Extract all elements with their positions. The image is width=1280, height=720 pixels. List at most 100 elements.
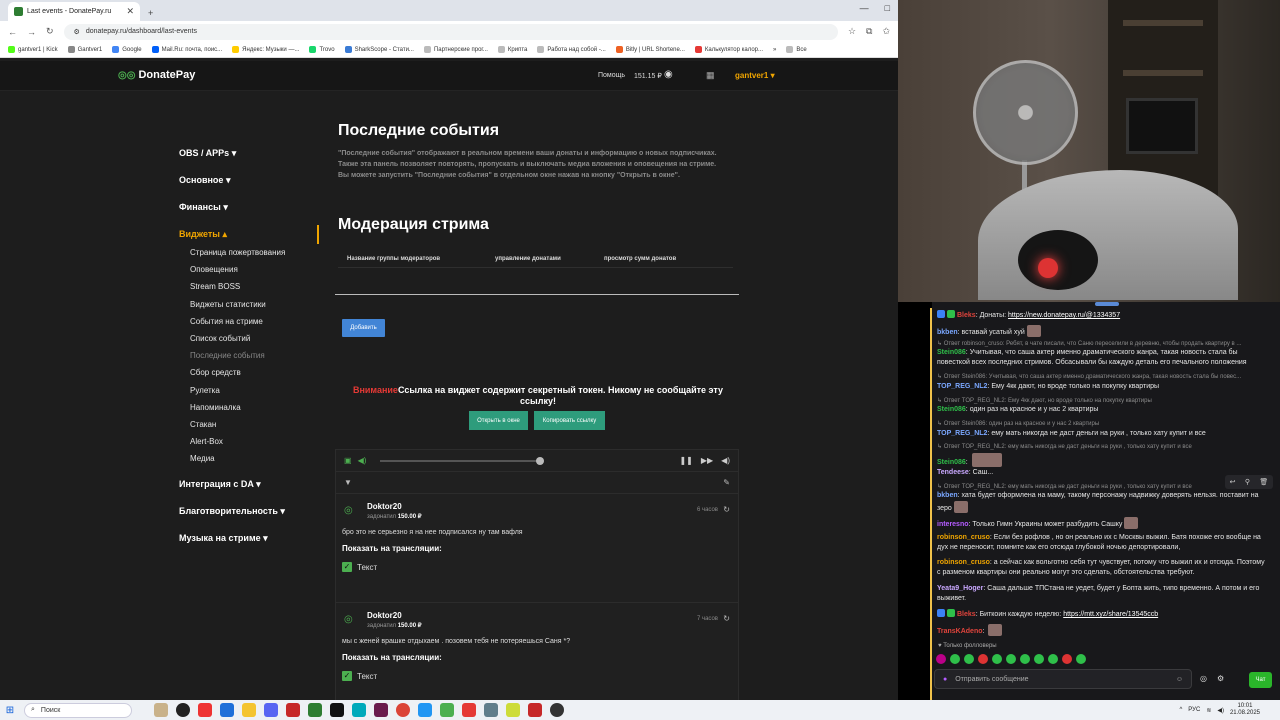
outlook-icon[interactable] (220, 703, 234, 717)
apps-grid-icon[interactable]: ▦ (706, 70, 715, 81)
reply-preview[interactable]: ↳ Ответ TOP_REG_NL2: ему мать никогда не… (937, 443, 1267, 453)
eye-icon[interactable]: ◉ (664, 69, 673, 80)
emote-icon[interactable] (1006, 654, 1016, 664)
chat-send-button[interactable]: Чат (1249, 672, 1272, 688)
maximize-icon[interactable]: □ (885, 3, 890, 13)
reply-icon[interactable]: ↩ (1230, 478, 1236, 486)
text-checkbox[interactable]: ✓ Текст (342, 671, 377, 681)
app-icon[interactable] (418, 703, 432, 717)
sidebar-item-integration[interactable]: Интеграция с DA ▾ (179, 475, 319, 502)
slider-handle[interactable] (536, 456, 545, 465)
language-indicator[interactable]: РУС (1188, 707, 1200, 713)
settings-icon[interactable]: ✎ (723, 478, 730, 487)
new-tab-icon[interactable]: + (148, 8, 153, 18)
app-icon[interactable] (198, 703, 212, 717)
app-icon[interactable] (308, 703, 322, 717)
explorer-icon[interactable] (242, 703, 256, 717)
sidebar-subitem[interactable]: Напоминалка (179, 399, 319, 416)
sidebar-subitem[interactable]: Виджеты статистики (179, 296, 319, 313)
star-icon[interactable]: ☆ (848, 26, 856, 37)
emote-icon[interactable] (1062, 654, 1072, 664)
bookmark-item[interactable]: Работа над собой -... (537, 46, 606, 53)
bookmark-item[interactable]: Mail.Ru: почта, поис... (151, 46, 222, 53)
emote-icon[interactable] (1034, 654, 1044, 664)
app-icon[interactable] (506, 703, 520, 717)
minimize-icon[interactable]: — (860, 3, 869, 13)
obs-icon[interactable] (176, 703, 190, 717)
skip-icon[interactable]: ▶▶ (701, 456, 713, 465)
sidebar-subitem[interactable]: Stream BOSS (179, 278, 319, 295)
sidebar-item-finance[interactable]: Финансы ▾ (179, 198, 319, 225)
sidebar-subitem[interactable]: Медиа (179, 450, 319, 467)
filter-icon[interactable]: ▼ (344, 478, 352, 487)
app-icon[interactable] (374, 703, 388, 717)
text-checkbox[interactable]: ✓ Текст (342, 562, 377, 572)
delete-icon[interactable]: 🗑 (1259, 478, 1268, 486)
site-info-icon[interactable]: ⚙ (74, 28, 80, 36)
chat-link[interactable]: https://mtt.xyz/share/13545ccb (1063, 611, 1158, 618)
sound-icon[interactable]: ◀) (721, 456, 730, 465)
mic-icon[interactable]: ● (943, 676, 947, 683)
windows-start-icon[interactable]: ⊞ (0, 705, 20, 716)
add-button[interactable]: Добавить (342, 319, 385, 337)
all-bookmarks[interactable]: Все (786, 46, 807, 53)
repeat-icon[interactable]: ↻ (723, 505, 730, 514)
app-icon[interactable] (264, 703, 278, 717)
bookmark-item[interactable]: Google (112, 46, 142, 53)
chat-link[interactable]: https://new.donatepay.ru/@1334357 (1008, 312, 1120, 319)
sidebar-item-main[interactable]: Основное ▾ (179, 171, 319, 198)
gear-icon[interactable]: ⚙ (1217, 674, 1224, 683)
pin-icon[interactable]: ⚲ (1245, 478, 1250, 486)
help-link[interactable]: Помощь (598, 72, 625, 79)
yandex-icon[interactable] (462, 703, 476, 717)
emoji-icon[interactable]: ☺ (1176, 676, 1183, 683)
emote-icon[interactable] (1048, 654, 1058, 664)
sidebar-subitem[interactable]: Alert-Box (179, 433, 319, 450)
bookmark-item[interactable]: Gantver1 (67, 46, 102, 53)
bookmark-item[interactable]: gantver1 | Kick (8, 46, 58, 53)
user-menu[interactable]: gantver1 ▾ (735, 71, 775, 80)
sidebar-subitem[interactable]: Оповещения (179, 261, 319, 278)
copy-link-button[interactable]: Копировать ссылку (534, 411, 605, 430)
emote-icon[interactable] (992, 654, 1002, 664)
bookmark-item[interactable]: SharkScope - Стати... (344, 46, 414, 53)
url-field[interactable]: ⚙ donatepay.ru/dashboard/last-events (63, 23, 838, 40)
emote-icon[interactable] (950, 654, 960, 664)
bookmark-item[interactable]: Партнерские прог... (423, 46, 488, 53)
close-icon[interactable]: ✕ (126, 6, 134, 17)
back-icon[interactable]: ← (8, 27, 17, 37)
bookmark-item[interactable]: Крипта (497, 46, 527, 53)
points-icon[interactable]: ◎ (1200, 674, 1207, 683)
app-icon[interactable] (484, 703, 498, 717)
chrome-icon[interactable] (396, 703, 410, 717)
sidebar-item-charity[interactable]: Благотворительность ▾ (179, 502, 319, 529)
edge-icon[interactable] (352, 703, 366, 717)
emote-icon[interactable] (1020, 654, 1030, 664)
bookmark-item[interactable]: Калькулятор калор... (694, 46, 763, 53)
emote-icon[interactable] (978, 654, 988, 664)
app-icon[interactable] (286, 703, 300, 717)
pause-icon[interactable]: ❚❚ (679, 456, 692, 465)
sidebar-subitem[interactable]: Рулетка (179, 382, 319, 399)
volume-icon[interactable]: ◀) (358, 456, 367, 465)
emote-icon[interactable] (1076, 654, 1086, 664)
volume-icon[interactable]: ◀) (1217, 707, 1224, 714)
bookmark-item[interactable]: Яндекс: Музыки —... (232, 46, 299, 53)
sidebar-subitem[interactable]: Список событий (179, 330, 319, 347)
chat-input[interactable]: ● Отправить сообщение ☺ (934, 669, 1192, 689)
browser-tab[interactable]: Last events - DonatePay.ru ✕ (8, 2, 140, 21)
app-icon[interactable] (330, 703, 344, 717)
tray-chevron-icon[interactable]: ^ (1179, 707, 1182, 713)
sidebar-subitem[interactable]: События на стриме (179, 313, 319, 330)
sidebar-item-widgets[interactable]: Виджеты ▴ (179, 225, 319, 244)
emote-icon[interactable] (936, 654, 946, 664)
repeat-icon[interactable]: ↻ (723, 614, 730, 623)
sidebar-subitem[interactable]: Сбор средств (179, 364, 319, 381)
bookmark-icon[interactable]: ✩ (882, 26, 890, 37)
bookmark-item[interactable]: Trovo (309, 46, 335, 53)
widget-icon[interactable] (154, 703, 168, 717)
volume-slider[interactable] (380, 456, 545, 465)
app-icon[interactable] (528, 703, 542, 717)
video-icon[interactable]: ▣ (344, 456, 352, 465)
site-logo[interactable]: ◎◎ DonatePay (118, 69, 195, 81)
